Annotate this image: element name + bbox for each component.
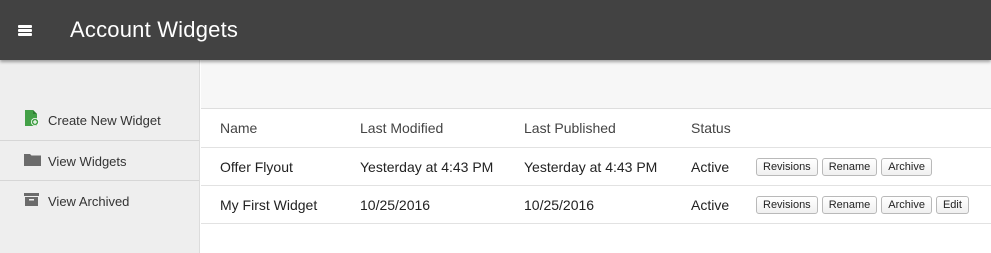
column-header-last-published[interactable]: Last Published xyxy=(524,109,616,147)
table-row: My First Widget 10/25/2016 10/25/2016 Ac… xyxy=(201,186,991,224)
widget-name: Offer Flyout xyxy=(220,158,293,175)
table-header-row: Name Last Modified Last Published Status xyxy=(201,109,991,148)
widget-name: My First Widget xyxy=(220,196,318,213)
last-published: Yesterday at 4:43 PM xyxy=(524,158,658,175)
archive-button[interactable]: Archive xyxy=(881,157,932,176)
column-header-name[interactable]: Name xyxy=(220,109,257,147)
rename-button[interactable]: Rename xyxy=(821,195,878,214)
edit-button[interactable]: Edit xyxy=(935,195,969,214)
revisions-button[interactable]: Revisions xyxy=(756,195,818,214)
status-text: Active xyxy=(691,158,730,175)
sidebar-item-label: Create New Widget xyxy=(48,112,161,128)
folder-icon xyxy=(24,152,41,171)
sidebar-item-create-new-widget[interactable]: Create New Widget xyxy=(0,100,199,140)
status-text: Active xyxy=(691,196,730,213)
rename-button[interactable]: Rename xyxy=(821,157,878,176)
page-title: Account Widgets xyxy=(70,17,239,42)
row-actions: Revisions Rename Archive Edit xyxy=(756,186,969,223)
sidebar-item-view-archived[interactable]: View Archived xyxy=(0,181,199,221)
last-published: 10/25/2016 xyxy=(524,196,595,213)
revisions-button[interactable]: Revisions xyxy=(756,157,818,176)
sidebar-item-view-widgets[interactable]: View Widgets xyxy=(0,141,199,181)
archive-button[interactable]: Archive xyxy=(881,195,932,214)
row-actions: Revisions Rename Archive xyxy=(756,148,932,185)
widgets-table: Name Last Modified Last Published Status… xyxy=(201,109,991,224)
content-toolbar xyxy=(201,60,991,109)
column-header-status[interactable]: Status xyxy=(691,109,731,147)
file-add-icon xyxy=(24,109,40,132)
last-modified: 10/25/2016 xyxy=(360,196,431,213)
last-modified: Yesterday at 4:43 PM xyxy=(360,158,494,175)
hamburger-menu-icon[interactable] xyxy=(18,25,32,36)
table-row: Offer Flyout Yesterday at 4:43 PM Yester… xyxy=(201,148,991,186)
sidebar: Create New Widget View Widgets View Arch… xyxy=(0,60,200,253)
column-header-last-modified[interactable]: Last Modified xyxy=(360,109,443,147)
top-app-bar: Account Widgets xyxy=(0,0,991,60)
sidebar-item-label: View Widgets xyxy=(48,153,127,169)
sidebar-item-label: View Archived xyxy=(48,193,130,209)
archive-box-icon xyxy=(24,192,39,211)
